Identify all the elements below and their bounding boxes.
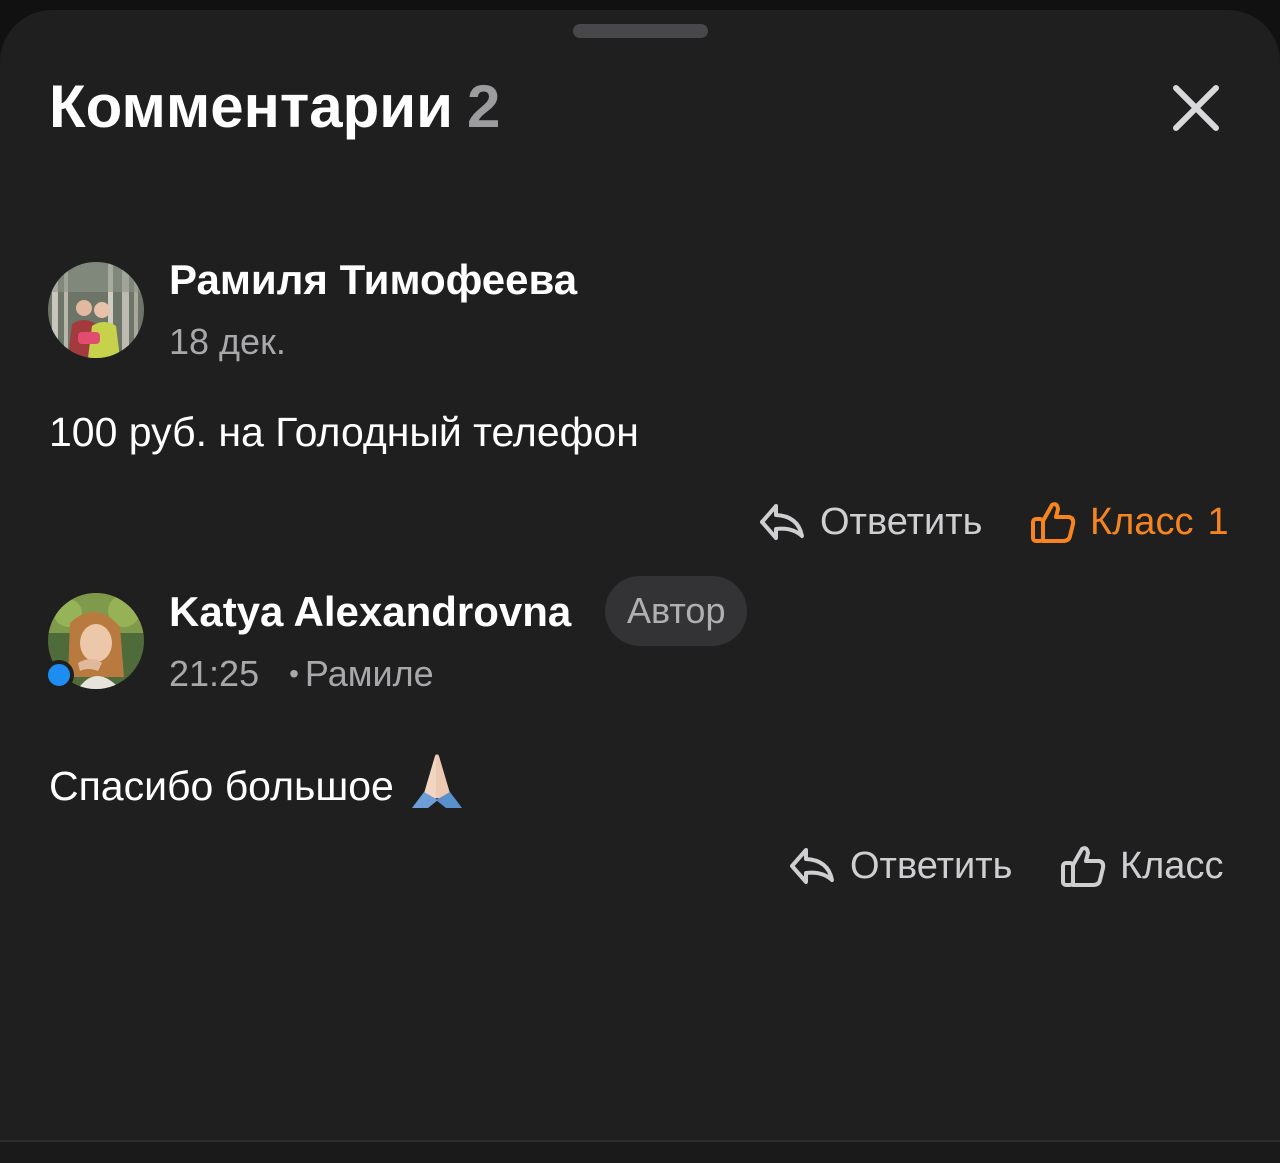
comment-text-content: Спасибо большое [49,763,394,809]
comment-count: 2 [467,73,501,140]
like-button[interactable]: Класс 1 [1030,494,1229,550]
reply-icon [790,848,834,884]
thumbs-up-icon [1061,846,1106,887]
folded-hands-emoji-icon [408,750,466,820]
comment-time: 21:25 [169,653,260,694]
comment-text: Спасибо большое [49,750,466,820]
reply-to-name[interactable]: Рамиле [305,653,434,694]
comment-author[interactable]: Katya Alexandrovna [169,586,571,638]
bottom-bar [0,1142,1280,1163]
reply-label: Ответить [820,500,983,543]
online-status-indicator [44,660,74,690]
like-button[interactable]: Класс [1060,838,1223,894]
sheet-grabber-handle[interactable] [573,24,708,38]
comment-text: 100 руб. на Голодный телефон [49,409,639,455]
like-label: Класс [1120,844,1224,887]
comment-date: 18 дек. [169,321,286,362]
like-label: Класс [1090,500,1194,543]
title-label: Комментарии [49,73,454,140]
close-button[interactable] [1166,78,1226,138]
thumbs-up-icon [1031,502,1076,543]
like-count: 1 [1207,500,1229,543]
comment-author[interactable]: Рамиля Тимофеева [169,254,577,306]
meta-separator: • [289,658,299,689]
close-icon [1173,85,1219,131]
avatar-photo [48,262,144,358]
reply-label: Ответить [850,844,1013,887]
avatar-comment-1[interactable] [48,262,144,358]
page-title: Комментарии 2 [49,70,500,144]
author-badge: Автор [605,576,748,646]
comment-meta: 21:25 • Рамиле [169,652,434,699]
reply-button[interactable]: Ответить [758,494,982,550]
reply-button[interactable]: Ответить [788,838,1012,894]
reply-icon [760,504,804,540]
